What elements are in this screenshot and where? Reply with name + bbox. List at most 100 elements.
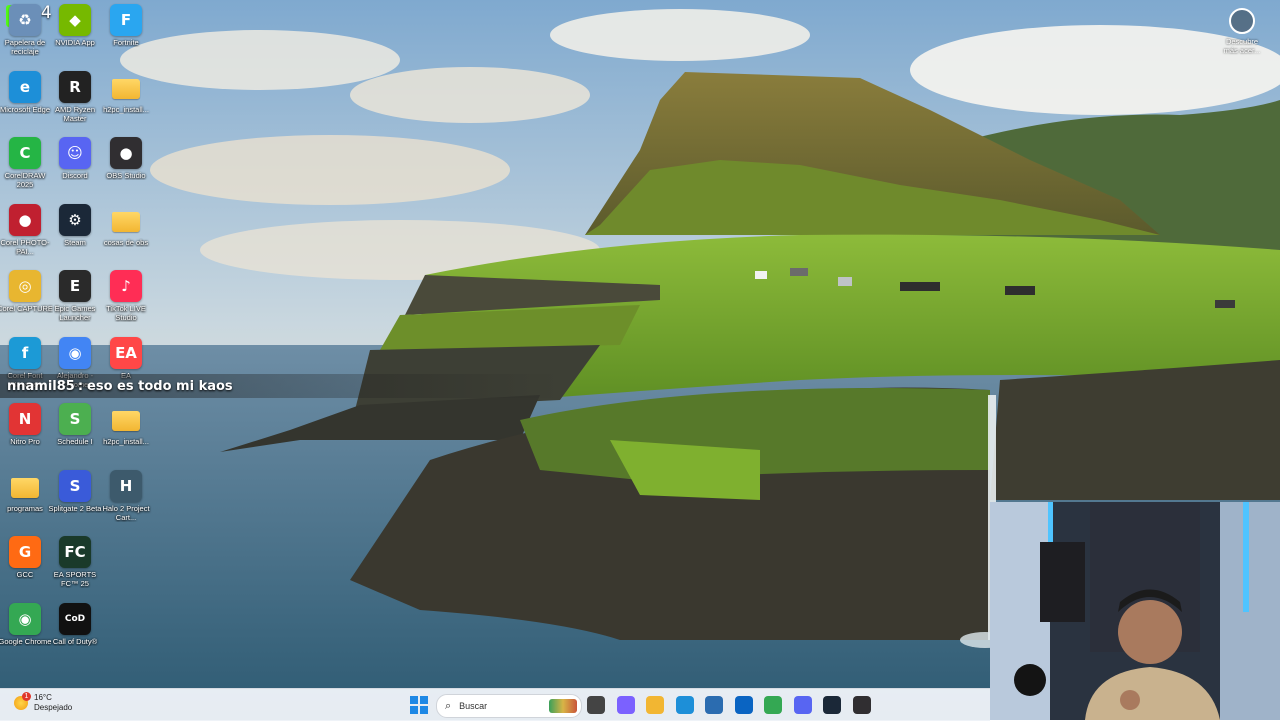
desktop-icon[interactable]: ♻ Papelera de reciclaje — [0, 0, 50, 64]
discord-icon[interactable] — [793, 696, 812, 714]
desktop-icon[interactable]: S Splitgate 2 Beta — [48, 466, 102, 530]
desktop-icon-label: Google Chrome — [0, 636, 52, 646]
schedule-one-icon: S — [59, 403, 91, 435]
desktop-icon-label: Halo 2 Project Cart... — [102, 503, 150, 522]
nvidia-icon: ◆ — [59, 4, 91, 36]
desktop-icon-label: EA SPORTS FC™ 25 — [53, 570, 97, 588]
desktop-icon-label: Schedule I — [57, 437, 93, 446]
folder-icon — [110, 403, 142, 435]
steam-icon[interactable] — [823, 696, 841, 714]
taskbar: 1 16°C Despejado ⌕ — [0, 688, 990, 721]
chrome-icon: ◉ — [9, 602, 41, 635]
halo2-icon: H — [110, 469, 142, 502]
desktop-icon[interactable]: ♪ TikTok LIVE Studio — [101, 266, 151, 330]
weather-temperature: 16°C — [34, 693, 52, 702]
desktop-icon-label: AMD Ryzen Master — [54, 104, 95, 123]
call-of-duty-icon: CoD — [59, 602, 91, 635]
obs-icon: ● — [110, 137, 142, 169]
nitro-pro-icon: N — [9, 403, 41, 435]
desktop-icon[interactable]: S Schedule I — [50, 399, 100, 463]
desktop-icon[interactable]: ◆ NVIDIA App — [50, 0, 100, 64]
fortnite-icon: F — [110, 4, 142, 36]
desktop-icon-label: Corel PHOTO-PAI... — [0, 237, 50, 256]
desktop-icon[interactable]: cosas de obs — [101, 200, 151, 264]
epic-games-icon: E — [59, 270, 91, 302]
edge-icon: e — [9, 70, 41, 103]
desktop-icon[interactable]: E Epic Games Launcher — [50, 266, 100, 330]
start-button[interactable] — [410, 696, 428, 714]
weather-widget[interactable]: 1 16°C Despejado — [14, 692, 73, 713]
outlook-icon[interactable] — [734, 696, 753, 714]
task-view-icon[interactable] — [587, 696, 605, 714]
chat-separator: : — [77, 378, 84, 394]
search-input[interactable] — [457, 700, 542, 712]
desktop-icon[interactable]: programas — [0, 466, 50, 530]
desktop-icon[interactable]: ● OBS Studio — [101, 133, 151, 197]
desktop-icon-label: programas — [7, 503, 43, 513]
desktop-icon-label: CorelDRAW 2025 — [4, 171, 46, 189]
obs-icon[interactable] — [852, 696, 871, 714]
discover-icon — [1229, 8, 1255, 34]
recycle-bin-icon: ♻ — [9, 4, 41, 36]
ea-app-icon: EA — [110, 336, 142, 369]
desktop-icon[interactable]: G GCC — [0, 532, 50, 596]
microsoft-store-icon[interactable] — [705, 696, 723, 714]
desktop-icon-label: NVIDIA App — [55, 38, 95, 47]
copilot-icon[interactable] — [616, 696, 635, 714]
gcc-icon: G — [9, 536, 41, 568]
weather-sun-icon: 1 — [14, 692, 31, 710]
desktop-icon[interactable]: FC EA SPORTS FC™ 25 — [50, 532, 100, 596]
chrome-icon[interactable] — [764, 696, 782, 714]
file-explorer-icon[interactable] — [646, 696, 664, 714]
discover-more-button[interactable]: Descubre más acer... — [1220, 8, 1264, 55]
desktop-icon[interactable]: C CorelDRAW 2025 — [0, 133, 50, 197]
desktop-icon[interactable]: F Fortnite — [101, 0, 151, 64]
desktop-icon-label: Splitgate 2 Beta — [48, 503, 102, 513]
desktop-icon[interactable]: ◉ Google Chrome — [0, 599, 52, 663]
chrome-profile-icon: ◉ — [59, 336, 91, 369]
desktop-icon[interactable]: ● Corel PHOTO-PAI... — [0, 200, 50, 264]
desktop-icon-label: Papelera de reciclaje — [4, 38, 46, 56]
edge-icon[interactable] — [675, 696, 694, 714]
chat-username: nnamil85 — [7, 378, 75, 394]
discover-label: Descubre más acer... — [1223, 37, 1261, 55]
discord-icon: ☺ — [59, 137, 91, 169]
coreldraw-icon: C — [9, 137, 41, 169]
desktop-icon[interactable]: H Halo 2 Project Cart... — [101, 466, 151, 530]
chat-message-text: eso es todo mi kaos — [87, 378, 233, 394]
desktop-icon[interactable]: N Nitro Pro — [0, 399, 50, 463]
desktop-icon-label: Call of Duty® — [52, 636, 98, 646]
search-highlight-image — [549, 699, 577, 713]
desktop-icon[interactable]: ☺ Discord — [50, 133, 100, 197]
taskbar-search[interactable]: ⌕ — [436, 694, 582, 718]
splitgate-icon: S — [59, 469, 91, 502]
ryzen-master-icon: R — [59, 70, 91, 103]
desktop-icon-label: GCC — [16, 570, 34, 579]
desktop-icon-label: TikTok LIVE Studio — [106, 304, 146, 322]
corel-capture-icon: ◎ — [9, 270, 41, 302]
folder-icon — [110, 204, 142, 236]
desktop-icon[interactable]: ⚙ Steam — [50, 200, 100, 264]
desktop-icon[interactable]: h2pc_install... — [101, 399, 151, 463]
desktop-icon-label: Discord — [62, 171, 88, 180]
weather-description: Despejado — [34, 703, 73, 712]
desktop-icon-label: h2pc_install... — [103, 104, 149, 114]
desktop-icon-label: Microsoft Edge — [0, 104, 51, 114]
weather-alert-badge: 1 — [22, 692, 31, 701]
desktop-icon[interactable]: e Microsoft Edge — [0, 67, 50, 131]
desktop-icon[interactable]: R AMD Ryzen Master — [50, 67, 100, 131]
ea-fc25-icon: FC — [59, 536, 91, 568]
desktop-icon-label: Nitro Pro — [10, 437, 40, 446]
steam-icon: ⚙ — [59, 203, 91, 236]
desktop-icon[interactable]: CoD Call of Duty® — [50, 599, 100, 663]
desktop-icon-label: cosas de obs — [103, 237, 149, 247]
desktop-icon-label: Steam — [64, 237, 86, 247]
search-icon: ⌕ — [445, 699, 452, 712]
corel-photopaint-icon: ● — [9, 203, 41, 236]
desktop-icon-label: OBS Studio — [106, 171, 146, 180]
desktop-icon[interactable]: h2pc_install... — [101, 67, 151, 131]
desktop-icon[interactable]: ◎ Corel CAPTURE — [0, 266, 53, 330]
chat-message-overlay: nnamil85 : eso es todo mi kaos — [0, 374, 560, 398]
folder-icon — [9, 470, 41, 502]
corel-font-icon: f — [9, 336, 41, 369]
